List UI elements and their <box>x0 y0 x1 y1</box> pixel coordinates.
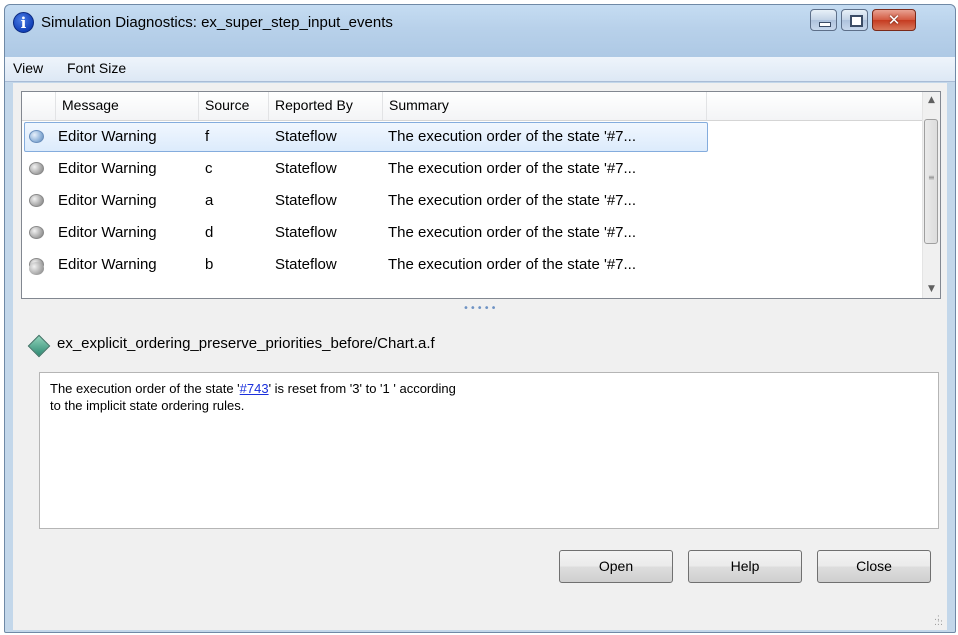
cell-summary: The execution order of the state '#7... <box>388 192 637 209</box>
table-vertical-scrollbar[interactable]: ▲ ≡ ▼ <box>922 92 940 298</box>
warning-icon <box>29 262 44 275</box>
cell-message: Editor Warning <box>58 128 157 145</box>
cell-source: f <box>205 128 210 145</box>
table-header: Message Source Reported By Summary <box>22 92 925 121</box>
scroll-up-arrow-icon[interactable]: ▲ <box>923 92 940 109</box>
scrollbar-thumb[interactable]: ≡ <box>924 119 938 244</box>
open-button[interactable]: Open <box>559 550 673 583</box>
header-reported-by[interactable]: Reported By <box>269 92 383 120</box>
message-details: The execution order of the state '#743' … <box>39 372 939 529</box>
message-text-start: The execution order of the state ' <box>50 381 240 396</box>
table-row[interactable]: Editor Warning d Stateflow The execution… <box>22 217 925 249</box>
resize-grip-icon[interactable]: .:.:: <box>934 614 943 628</box>
cell-reported-by: Stateflow <box>275 224 337 241</box>
warning-icon <box>29 194 44 207</box>
grip-icon: ≡ <box>928 173 935 182</box>
warning-icon <box>29 130 44 143</box>
menu-view[interactable]: View <box>13 60 43 76</box>
diagnostics-window: i Simulation Diagnostics: ex_super_step_… <box>4 4 956 633</box>
cell-summary: The execution order of the state '#7... <box>388 128 637 145</box>
table-row[interactable]: Editor Warning b Stateflow The execution… <box>22 249 925 281</box>
cell-reported-by: Stateflow <box>275 128 337 145</box>
cell-summary: The execution order of the state '#7... <box>388 224 637 241</box>
cell-reported-by: Stateflow <box>275 256 337 273</box>
cell-summary: The execution order of the state '#7... <box>388 160 637 177</box>
cell-source: d <box>205 224 214 241</box>
cell-message: Editor Warning <box>58 160 157 177</box>
header-filler <box>707 92 925 120</box>
close-button[interactable]: Close <box>817 550 931 583</box>
header-source[interactable]: Source <box>199 92 269 120</box>
close-icon: ✕ <box>887 11 901 29</box>
header-message[interactable]: Message <box>56 92 199 120</box>
minimize-button[interactable] <box>810 9 837 31</box>
cell-message: Editor Warning <box>58 224 157 241</box>
scroll-down-arrow-icon[interactable]: ▼ <box>923 281 940 298</box>
cell-message: Editor Warning <box>58 256 157 273</box>
cell-summary: The execution order of the state '#7... <box>388 256 637 273</box>
header-icon-column <box>22 92 56 120</box>
object-path: ex_explicit_ordering_preserve_priorities… <box>57 335 435 352</box>
message-text-end: ' is reset from '3' to '1 ' according <box>268 381 456 396</box>
menu-bar: View Font Size <box>5 57 955 82</box>
window-title: Simulation Diagnostics: ex_super_step_in… <box>41 14 393 31</box>
info-icon: i <box>13 12 34 33</box>
diagnostics-table: Message Source Reported By Summary Edito… <box>21 91 941 299</box>
minimize-icon <box>819 22 831 27</box>
cell-source: b <box>205 256 214 273</box>
cell-reported-by: Stateflow <box>275 192 337 209</box>
dialog-body: Message Source Reported By Summary Edito… <box>13 83 947 630</box>
cell-source: a <box>205 192 214 209</box>
close-window-button[interactable]: ✕ <box>872 9 916 31</box>
header-summary[interactable]: Summary <box>383 92 707 120</box>
stateflow-state-icon <box>27 334 51 358</box>
message-text-line2: to the implicit state ordering rules. <box>50 398 245 413</box>
warning-icon <box>29 162 44 175</box>
maximize-icon <box>850 15 863 27</box>
cell-message: Editor Warning <box>58 192 157 209</box>
table-row[interactable]: Editor Warning f Stateflow The execution… <box>22 121 925 153</box>
menu-font-size[interactable]: Font Size <box>67 60 126 76</box>
title-bar[interactable]: i Simulation Diagnostics: ex_super_step_… <box>5 5 955 57</box>
cell-reported-by: Stateflow <box>275 160 337 177</box>
warning-icon <box>29 226 44 239</box>
table-row[interactable]: Editor Warning c Stateflow The execution… <box>22 153 925 185</box>
state-link[interactable]: #743 <box>240 381 269 396</box>
cell-source: c <box>205 160 213 177</box>
pane-splitter-handle[interactable]: ••••• <box>463 303 498 314</box>
help-button[interactable]: Help <box>688 550 802 583</box>
maximize-button[interactable] <box>841 9 868 31</box>
table-row[interactable]: Editor Warning a Stateflow The execution… <box>22 185 925 217</box>
